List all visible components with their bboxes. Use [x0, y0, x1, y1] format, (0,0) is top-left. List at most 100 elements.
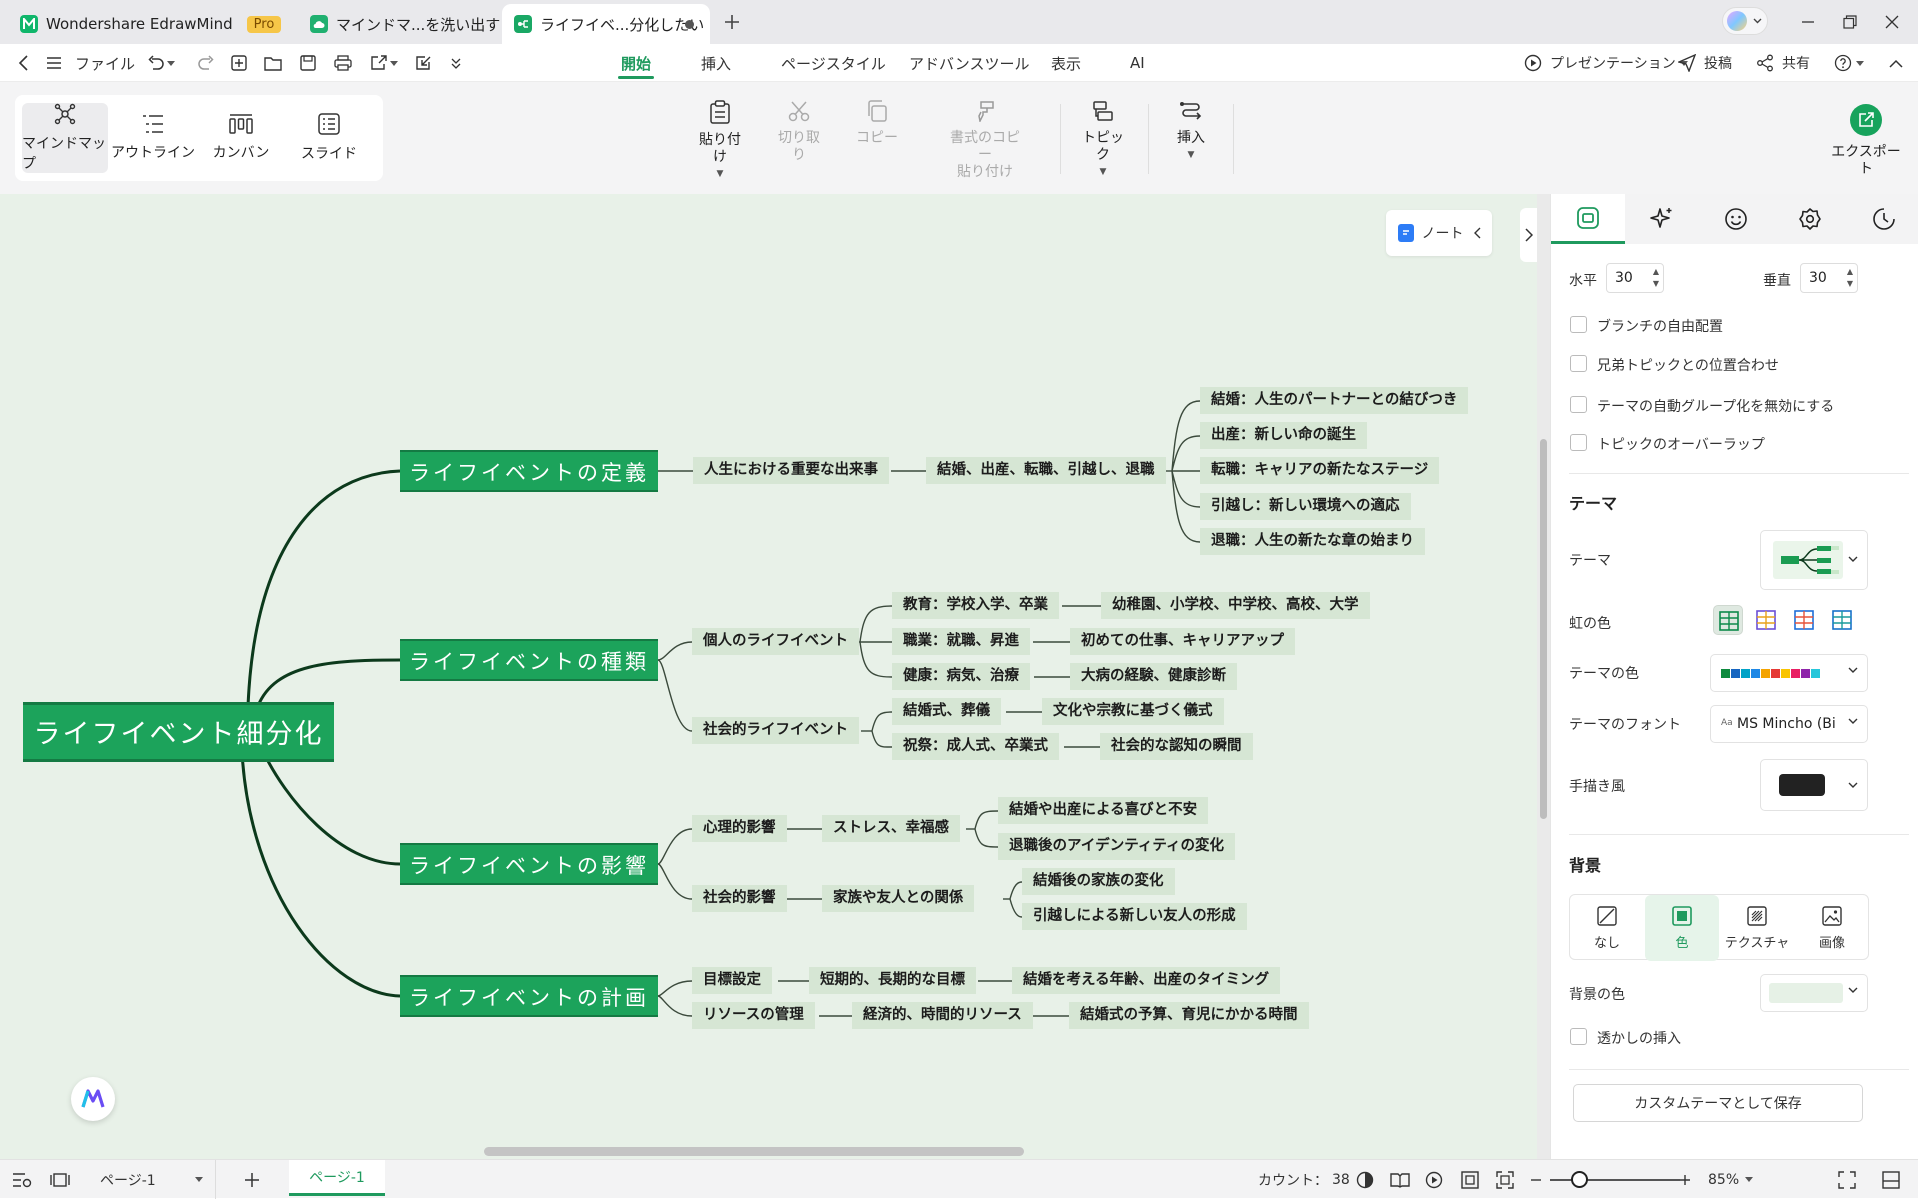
subtopic[interactable]: 社会的影響 — [692, 885, 787, 912]
theme-font-dropdown[interactable]: Aa MS Mincho (Bi — [1710, 705, 1868, 743]
play-slideshow-icon[interactable] — [1425, 1160, 1443, 1199]
insert-button[interactable]: 挿入 ▼ — [1166, 100, 1216, 160]
theme-toggle-icon[interactable] — [1356, 1160, 1374, 1199]
close-window-icon[interactable] — [1882, 12, 1902, 32]
insert-dropdown-icon[interactable]: ▼ — [1188, 150, 1195, 160]
open-folder-icon[interactable] — [263, 53, 283, 73]
export-dropdown-icon[interactable] — [389, 53, 399, 73]
subtopic[interactable]: 結婚：人生のパートナーとの結びつき — [1200, 387, 1469, 414]
subtopic[interactable]: 転職：キャリアの新たなステージ — [1200, 457, 1440, 484]
subtopic[interactable]: 結婚式、葬儀 — [892, 698, 1001, 725]
tab-view[interactable]: 表示 — [1051, 44, 1081, 82]
subtopic[interactable]: 教育：学校入学、卒業 — [892, 592, 1059, 619]
help-button[interactable] — [1834, 44, 1864, 82]
redo-icon[interactable] — [196, 53, 216, 73]
tab-settings[interactable] — [1773, 194, 1847, 244]
tab-layout[interactable] — [1551, 194, 1625, 244]
tab-advanced-tools[interactable]: アドバンスツール — [909, 44, 1029, 82]
zoom-handle[interactable] — [1571, 1171, 1588, 1188]
subtopic[interactable]: 引越し：新しい環境への適応 — [1200, 493, 1411, 520]
theme-color-dropdown[interactable] — [1710, 654, 1868, 692]
zoom-out-icon[interactable] — [1530, 1160, 1542, 1199]
tab-icons[interactable] — [1699, 194, 1773, 244]
handdrawn-dropdown[interactable] — [1760, 759, 1868, 811]
book-view-icon[interactable] — [1390, 1160, 1410, 1199]
page-tab-1[interactable]: ページ-1 — [289, 1160, 385, 1196]
subtopic[interactable]: 祝祭：成人式、卒業式 — [892, 733, 1059, 760]
page-selector[interactable]: ページ-1 — [88, 1160, 216, 1199]
spinner-arrows-icon[interactable]: ▲ ▼ — [1653, 266, 1659, 290]
subtopic[interactable]: 退職：人生の新たな章の始まり — [1200, 528, 1425, 555]
export-button[interactable]: エクスポート — [1828, 104, 1904, 178]
main-topic-definition[interactable]: ライフイベントの定義 — [400, 450, 658, 492]
post-button[interactable]: 投稿 — [1678, 44, 1732, 82]
zoom-slider[interactable] — [1550, 1160, 1680, 1199]
new-file-icon[interactable] — [229, 53, 249, 73]
background-color-dropdown[interactable] — [1760, 974, 1868, 1012]
topic-button[interactable]: トピック ▼ — [1078, 100, 1128, 177]
subtopic[interactable]: 社会的ライフイベント — [692, 717, 859, 744]
vertical-spacing-input[interactable]: 30 ▲ ▼ — [1800, 263, 1858, 293]
doc-tab-2[interactable]: ライフイベ...分化したい — [502, 4, 710, 44]
zoom-in-icon[interactable] — [1679, 1160, 1691, 1199]
subtopic[interactable]: リソースの管理 — [692, 1002, 815, 1029]
map-settings-icon[interactable] — [12, 1160, 32, 1199]
subtopic[interactable]: 初めての仕事、キャリアアップ — [1070, 628, 1295, 655]
subtopic[interactable]: 幼稚園、小学校、中学校、高校、大学 — [1101, 592, 1370, 619]
collapse-statusbar-icon[interactable] — [1882, 1160, 1900, 1199]
restore-icon[interactable] — [1840, 12, 1860, 32]
tab-page-style[interactable]: ページスタイル — [781, 44, 886, 82]
save-custom-theme-button[interactable]: カスタムテーマとして保存 — [1573, 1084, 1863, 1122]
hamburger-menu-icon[interactable] — [44, 53, 64, 73]
account-button[interactable] — [1722, 7, 1768, 35]
main-topic-impact[interactable]: ライフイベントの影響 — [400, 843, 658, 885]
topic-dropdown-icon[interactable]: ▼ — [1100, 167, 1107, 177]
vertical-scroll-thumb[interactable] — [1540, 439, 1547, 819]
subtopic[interactable]: 結婚、出産、転職、引越し、退職 — [926, 457, 1166, 484]
rainbow-option-2[interactable] — [1751, 605, 1781, 635]
subtopic[interactable]: 社会的な認知の瞬間 — [1100, 733, 1253, 760]
zoom-level-select[interactable]: 85% — [1708, 1160, 1754, 1199]
subtopic[interactable]: 結婚後の家族の変化 — [1022, 868, 1175, 895]
collapse-panel-icon[interactable] — [1520, 208, 1537, 262]
bg-color-option[interactable]: 色 — [1645, 895, 1719, 961]
note-button[interactable]: ノート — [1386, 210, 1492, 256]
rainbow-option-4[interactable] — [1827, 605, 1857, 635]
share-export-icon[interactable] — [369, 53, 389, 73]
minimize-icon[interactable] — [1798, 12, 1818, 32]
subtopic[interactable]: 心理的影響 — [692, 815, 787, 842]
doc-tab-1[interactable]: マインドマ...を洗い出す — [310, 4, 500, 44]
watermark-checkbox[interactable] — [1570, 1028, 1587, 1045]
subtopic[interactable]: 家族や友人との関係 — [822, 885, 975, 912]
print-icon[interactable] — [333, 53, 353, 73]
add-page-icon[interactable] — [244, 1160, 260, 1199]
root-topic[interactable]: ライフイベント細分化 — [23, 702, 334, 762]
vertical-scrollbar[interactable] — [1537, 194, 1550, 1159]
theme-dropdown[interactable] — [1760, 530, 1868, 590]
bg-none-option[interactable]: なし — [1570, 895, 1644, 961]
subtopic[interactable]: 大病の経験、健康診断 — [1070, 663, 1237, 690]
app-tab[interactable]: Wondershare EdrawMind Pro — [20, 4, 282, 44]
mode-outline[interactable]: アウトライン — [110, 103, 196, 173]
unsaved-dot-icon[interactable] — [685, 20, 694, 29]
subtopic[interactable]: 文化や宗教に基づく儀式 — [1042, 698, 1224, 725]
subtopic[interactable]: 人生における重要な出来事 — [693, 457, 889, 484]
horizontal-spacing-input[interactable]: 30 ▲ ▼ — [1606, 263, 1664, 293]
mode-kanban[interactable]: カンバン — [198, 103, 284, 173]
presentation-button[interactable]: プレゼンテーション — [1524, 44, 1688, 82]
copy-button[interactable]: コピー — [852, 100, 902, 147]
mindmap-canvas[interactable]: ライフイベント細分化 ライフイベントの定義 ライフイベントの種類 ライフイベント… — [0, 194, 1537, 1159]
page-panel-icon[interactable] — [50, 1160, 70, 1199]
collapse-ribbon-icon[interactable] — [1886, 53, 1906, 73]
share-button[interactable]: 共有 — [1756, 44, 1810, 82]
subtopic[interactable]: 結婚を考える年齢、出産のタイミング — [1012, 967, 1281, 994]
subtopic[interactable]: 目標設定 — [692, 967, 772, 994]
undo-icon[interactable] — [146, 53, 166, 73]
import-icon[interactable] — [414, 53, 434, 73]
mode-mindmap[interactable]: マインドマップ — [22, 103, 108, 173]
align-sibling-checkbox[interactable] — [1570, 355, 1587, 372]
bg-image-option[interactable]: 画像 — [1795, 895, 1869, 961]
tab-home[interactable]: 開始 — [617, 44, 655, 82]
subtopic[interactable]: ストレス、幸福感 — [822, 815, 960, 842]
free-branch-checkbox[interactable] — [1570, 316, 1587, 333]
